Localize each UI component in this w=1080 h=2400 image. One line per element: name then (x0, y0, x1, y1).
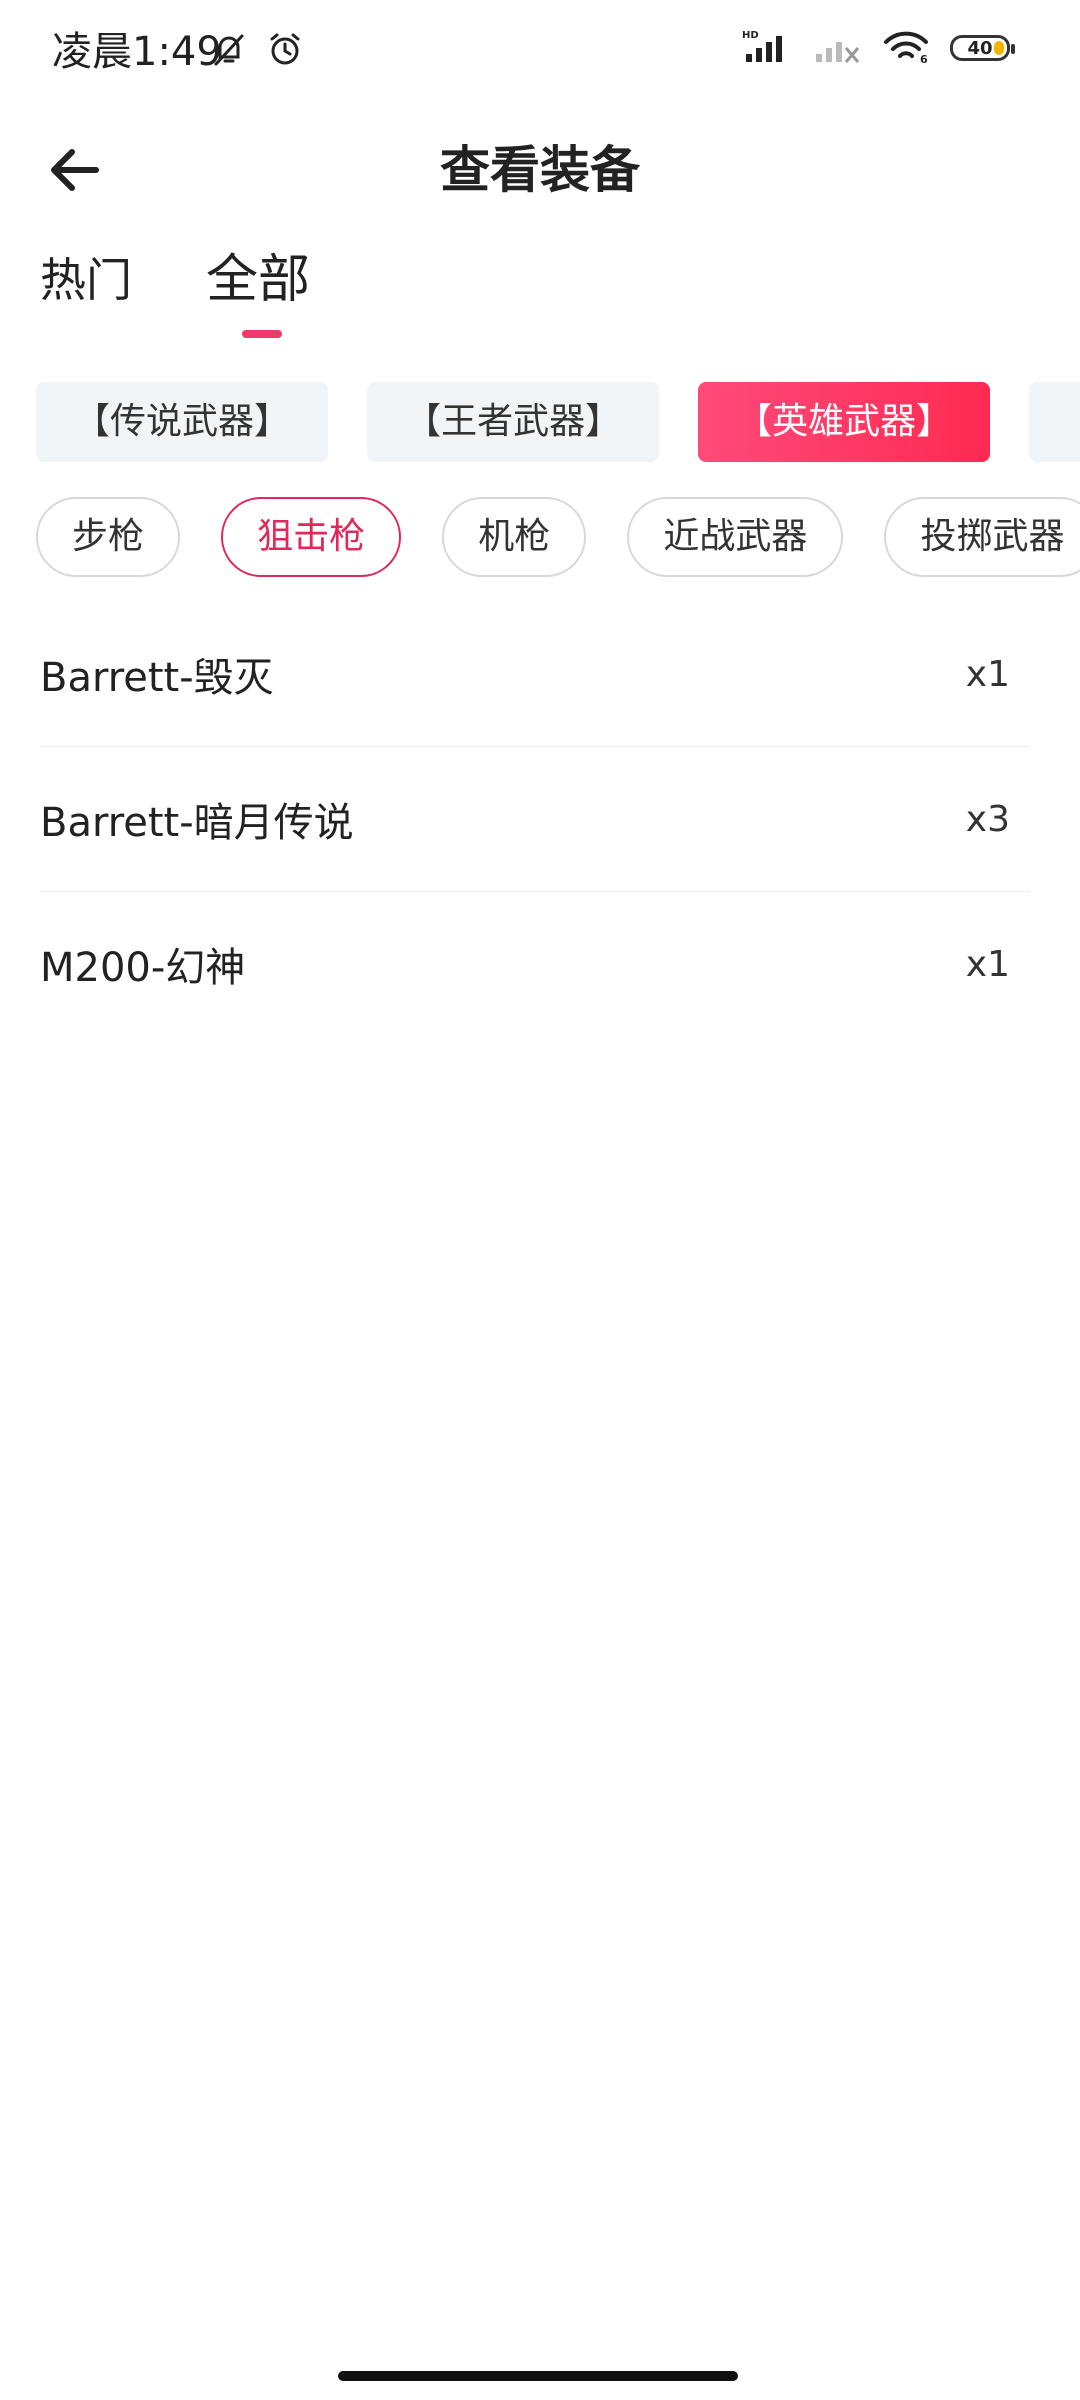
status-right-icons: HD 6 40 (742, 28, 1015, 68)
filter-pill-sniper[interactable]: 狙击枪 (221, 497, 402, 577)
category-chip-hero[interactable]: 【英雄武器】 (698, 382, 991, 462)
weapon-category-row[interactable]: 【传说武器】 【王者武器】 【英雄武器】 【 (36, 382, 1080, 464)
wifi-icon: 6 (882, 28, 930, 68)
item-count: x1 (965, 653, 1010, 695)
list-item[interactable]: Barrett-毁灭 x1 (40, 602, 1030, 747)
category-chip-partial[interactable]: 【 (1029, 382, 1080, 462)
svg-text:HD: HD (742, 30, 759, 41)
filter-pill-rifle[interactable]: 步枪 (36, 497, 181, 577)
item-name: Barrett-毁灭 (40, 655, 274, 701)
signal-hd-icon: HD (742, 28, 792, 68)
status-bar: 凌晨1:49 HD 6 40 (0, 0, 1080, 110)
list-item[interactable]: M200-幻神 x1 (40, 892, 1030, 1036)
home-indicator[interactable] (338, 2371, 738, 2381)
alarm-icon (266, 30, 304, 72)
item-count: x1 (965, 943, 1010, 985)
page-title: 查看装备 (440, 141, 640, 199)
category-chip-legend[interactable]: 【传说武器】 (36, 382, 328, 462)
item-count: x3 (965, 798, 1010, 840)
filter-pill-throwable[interactable]: 投掷武器 (884, 497, 1080, 577)
tab-all[interactable]: 全部 (206, 240, 311, 338)
signal-no-service-icon (812, 28, 862, 68)
tab-active-indicator (242, 330, 282, 338)
status-time: 凌晨1:49 (52, 29, 222, 75)
item-name: Barrett-暗月传说 (40, 800, 354, 846)
header: 查看装备 (0, 110, 1080, 230)
category-chip-king[interactable]: 【王者武器】 (367, 382, 660, 462)
main-tabs: 热门 全部 (40, 240, 311, 338)
weapon-type-filter-row[interactable]: 步枪 狙击枪 机枪 近战武器 投掷武器 (36, 497, 1080, 579)
filter-pill-melee[interactable]: 近战武器 (627, 497, 844, 577)
svg-text:6: 6 (920, 53, 928, 64)
tab-label: 全部 (206, 250, 311, 310)
bell-muted-icon (210, 30, 248, 72)
tab-hot[interactable]: 热门 (40, 240, 132, 320)
tab-label: 热门 (40, 253, 132, 307)
battery-fill (994, 41, 1004, 55)
status-left-icons (210, 30, 304, 72)
battery-icon: 40 (950, 35, 1015, 61)
equipment-list: Barrett-毁灭 x1 Barrett-暗月传说 x3 M200-幻神 x1 (40, 602, 1030, 1036)
filter-pill-machine-gun[interactable]: 机枪 (442, 497, 587, 577)
item-name: M200-幻神 (40, 945, 246, 991)
list-item[interactable]: Barrett-暗月传说 x3 (40, 747, 1030, 892)
battery-level: 40 (967, 37, 993, 59)
